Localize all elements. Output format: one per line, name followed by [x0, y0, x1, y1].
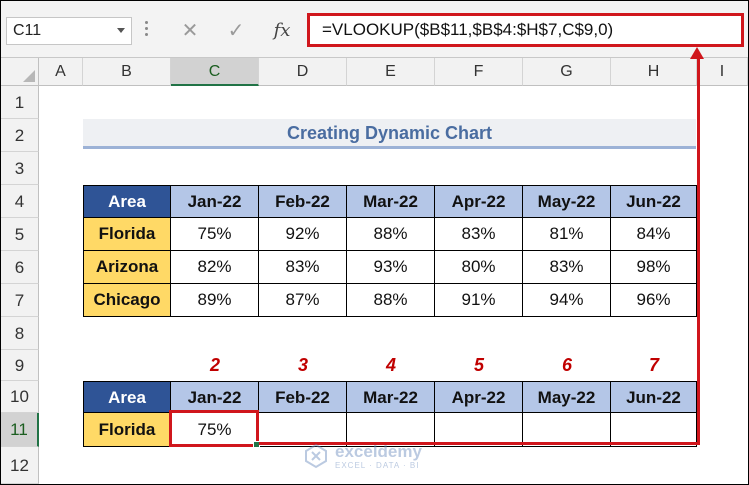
chevron-down-icon[interactable] [117, 28, 125, 33]
table-cell[interactable]: 92% [259, 218, 347, 251]
table-cell[interactable]: 81% [523, 218, 611, 251]
row-header-2[interactable]: 2 [1, 119, 39, 152]
exceldemy-logo-icon [305, 443, 327, 469]
active-cell-highlight [169, 410, 260, 448]
lookup-area-cell[interactable]: Florida [83, 413, 171, 447]
row-header-5[interactable]: 5 [1, 218, 39, 251]
name-box[interactable]: C11 [6, 17, 132, 45]
watermark-tagline: EXCEL · DATA · BI [335, 460, 420, 470]
table-cell[interactable]: 88% [347, 218, 435, 251]
table-header-month[interactable]: Mar-22 [347, 381, 435, 413]
table-header-month[interactable]: Jun-22 [611, 381, 697, 413]
table-cell[interactable]: 89% [171, 284, 259, 317]
drag-handle-icon[interactable] [145, 19, 149, 43]
table-header-month[interactable]: Apr-22 [435, 381, 523, 413]
table-header-area[interactable]: Area [83, 185, 171, 218]
row-header-11[interactable]: 11 [1, 413, 39, 447]
column-header-d[interactable]: D [259, 58, 347, 86]
table-header-month[interactable]: Apr-22 [435, 185, 523, 218]
table-header-month[interactable]: Feb-22 [259, 381, 347, 413]
table-cell[interactable]: 94% [523, 284, 611, 317]
row-header-9[interactable]: 9 [1, 350, 39, 381]
table-cell[interactable]: 91% [435, 284, 523, 317]
sheet-title[interactable]: Creating Dynamic Chart [83, 119, 696, 149]
table-cell[interactable]: 82% [171, 251, 259, 284]
row-header-8[interactable]: 8 [1, 317, 39, 350]
column-index-number[interactable]: 2 [171, 352, 259, 378]
table-cell[interactable]: 75% [171, 218, 259, 251]
select-all-button[interactable] [1, 58, 39, 86]
formula-input[interactable]: =VLOOKUP($B$11,$B$4:$H$7,C$9,0) [307, 13, 744, 47]
column-header-i[interactable]: I [697, 58, 748, 86]
table-row-area[interactable]: Arizona [83, 251, 171, 284]
table-cell[interactable]: 96% [611, 284, 697, 317]
table-header-month[interactable]: Feb-22 [259, 185, 347, 218]
column-index-number[interactable]: 7 [611, 352, 697, 378]
table-header-month[interactable]: May-22 [523, 381, 611, 413]
formula-bar: C11 ✕ ✓ fx =VLOOKUP($B$11,$B$4:$H$7,C$9,… [1, 1, 748, 58]
table-cell[interactable]: 93% [347, 251, 435, 284]
column-header-e[interactable]: E [347, 58, 435, 86]
table-header-month[interactable]: Jan-22 [171, 185, 259, 218]
row-header-7[interactable]: 7 [1, 284, 39, 317]
column-index-number[interactable]: 6 [523, 352, 611, 378]
column-index-number[interactable]: 3 [259, 352, 347, 378]
table-header-month[interactable]: Jun-22 [611, 185, 697, 218]
row-header-1[interactable]: 1 [1, 86, 39, 119]
row-header-10[interactable]: 10 [1, 381, 39, 413]
column-header-a[interactable]: A [39, 58, 83, 86]
table-cell[interactable]: 80% [435, 251, 523, 284]
select-all-triangle-icon [23, 70, 35, 82]
row-header-6[interactable]: 6 [1, 251, 39, 284]
table-cell[interactable]: 83% [523, 251, 611, 284]
row-header-12[interactable]: 12 [1, 447, 39, 484]
table-cell[interactable]: 88% [347, 284, 435, 317]
table-cell[interactable]: 83% [259, 251, 347, 284]
column-header-f[interactable]: F [435, 58, 523, 86]
column-index-number[interactable]: 5 [435, 352, 523, 378]
insert-function-icon[interactable]: fx [267, 17, 297, 45]
table-cell[interactable]: 87% [259, 284, 347, 317]
column-header-b[interactable]: B [83, 58, 171, 86]
table-row-area[interactable]: Chicago [83, 284, 171, 317]
table-header-month[interactable]: Mar-22 [347, 185, 435, 218]
column-index-number[interactable]: 4 [347, 352, 435, 378]
watermark-name: exceldemy [335, 441, 422, 461]
enter-icon[interactable]: ✓ [221, 17, 251, 45]
table-header-month[interactable]: Jan-22 [171, 381, 259, 413]
name-box-value: C11 [13, 22, 42, 39]
cancel-icon[interactable]: ✕ [175, 17, 205, 45]
table-header-month[interactable]: May-22 [523, 185, 611, 218]
table-cell[interactable]: 98% [611, 251, 697, 284]
table-header-area[interactable]: Area [83, 381, 171, 413]
watermark: exceldemy EXCEL · DATA · BI [303, 439, 422, 473]
table-cell[interactable]: 83% [435, 218, 523, 251]
row-header-3[interactable]: 3 [1, 152, 39, 185]
table-row-area[interactable]: Florida [83, 218, 171, 251]
spreadsheet-window: C11 ✕ ✓ fx =VLOOKUP($B$11,$B$4:$H$7,C$9,… [0, 0, 749, 485]
column-header-g[interactable]: G [523, 58, 611, 86]
connector-line-vertical [697, 57, 700, 445]
table-cell[interactable]: 84% [611, 218, 697, 251]
column-header-c[interactable]: C [171, 58, 259, 86]
row-header-4[interactable]: 4 [1, 185, 39, 218]
column-header-h[interactable]: H [611, 58, 697, 86]
arrow-up-icon [690, 47, 704, 59]
